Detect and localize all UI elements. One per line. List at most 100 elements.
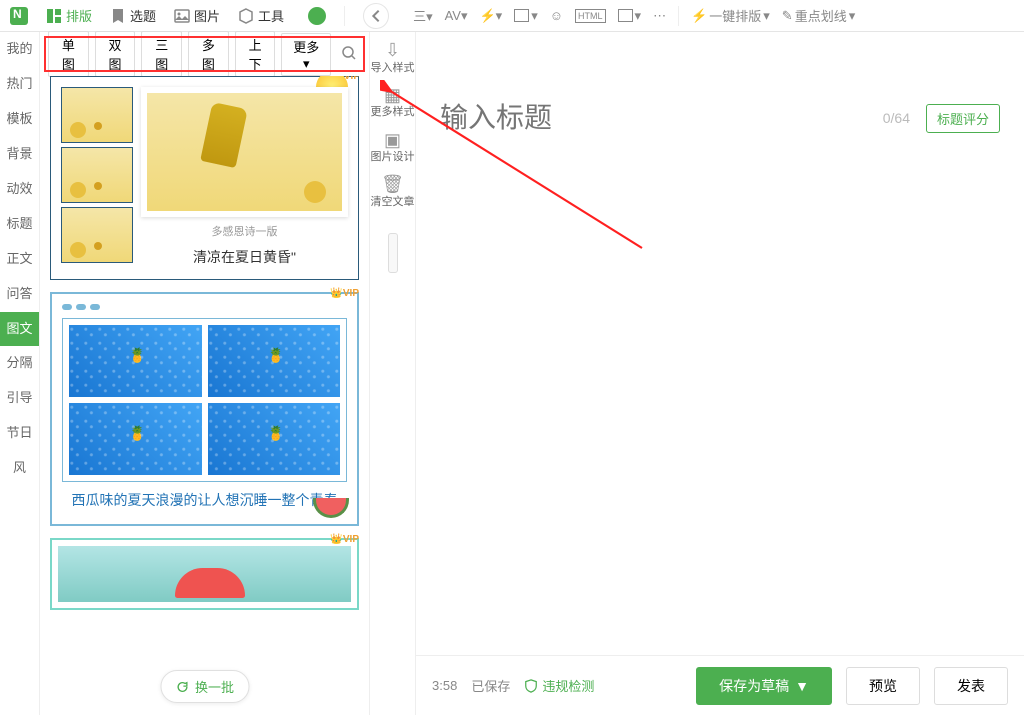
thumb-image — [61, 207, 133, 263]
media-icon[interactable]: ▾ — [618, 8, 642, 24]
title-score-button[interactable]: 标题评分 — [926, 104, 1000, 133]
violation-label: 违规检测 — [542, 676, 594, 695]
nav-topic[interactable]: 选题 — [110, 6, 156, 25]
divider — [344, 6, 345, 26]
dots-decoration — [62, 304, 347, 310]
refresh-icon — [175, 680, 189, 694]
nav-topic-label: 选题 — [130, 6, 156, 25]
refresh-button[interactable]: 换一批 — [160, 670, 249, 703]
search-icon[interactable] — [337, 41, 361, 68]
trash-icon: 🗑 — [371, 174, 415, 196]
sidebar-tab-guide[interactable]: 引导 — [0, 381, 39, 416]
sidebar-tab-body[interactable]: 正文 — [0, 242, 39, 277]
layout-icon — [46, 8, 62, 24]
pool-image: 🍍 — [69, 403, 202, 475]
watermelon-icon — [313, 498, 349, 518]
filter-multi[interactable]: 多图 — [188, 31, 229, 77]
emoji-icon[interactable]: ☺ — [550, 8, 563, 23]
template-panel: 单图 双图 三图 多图 上下 更多 ▾ VIP — [40, 32, 370, 715]
thumb-image — [61, 87, 133, 143]
template-card[interactable]: VIP 多感恩诗一版 清凉在夏日黄昏" — [50, 76, 359, 280]
tool-clear[interactable]: 🗑 清空文章 — [371, 174, 415, 209]
sidebar-tab-imagetext[interactable]: 图文 — [0, 312, 39, 347]
tool-import-style[interactable]: ⇩ 导入样式 — [371, 40, 415, 75]
collapse-left-icon[interactable] — [363, 3, 389, 29]
sidebar-tab-anim[interactable]: 动效 — [0, 172, 39, 207]
tool-image-design[interactable]: ▣ 图片设计 — [371, 130, 415, 165]
beach-image — [58, 546, 351, 602]
pool-image: 🍍 — [69, 325, 202, 397]
cube-icon — [238, 8, 254, 24]
vip-badge: VIP — [330, 288, 359, 299]
editor-area: 0/64 标题评分 3:58 已保存 违规检测 保存为草稿▼ 预览 发表 — [416, 32, 1024, 715]
thumb-image — [61, 147, 133, 203]
top-nav: 排版 选题 图片 工具 三▾ AV▾ ⚡▾ ▾ ☺ HTML ▾ ⋯ ⚡ 一键排… — [0, 0, 1024, 32]
insert-image-icon[interactable]: ▾ — [514, 8, 538, 24]
more-icon[interactable]: ⋯ — [653, 8, 666, 24]
format-icon[interactable]: 三▾ — [413, 6, 433, 25]
nav-tools[interactable]: 工具 — [238, 6, 284, 25]
sidebar-tab-mine[interactable]: 我的 — [0, 32, 39, 67]
title-count: 0/64 — [883, 110, 910, 126]
filter-triple[interactable]: 三图 — [141, 31, 182, 77]
highlight-label: 重点划线 — [795, 6, 847, 25]
violation-check[interactable]: 违规检测 — [524, 676, 594, 695]
sidebar-tab-template[interactable]: 模板 — [0, 102, 39, 137]
sidebar-tab-qa[interactable]: 问答 — [0, 277, 39, 312]
template-caption: 多感恩诗一版 — [141, 217, 348, 241]
filter-bar: 单图 双图 三图 多图 上下 更多 ▾ — [40, 32, 369, 76]
filter-updown[interactable]: 上下 — [235, 31, 276, 77]
collapse-handle[interactable] — [388, 233, 398, 273]
nav-tools-label: 工具 — [258, 6, 284, 25]
tool-label: 更多样式 — [371, 106, 415, 119]
sidebar-tab-style[interactable]: 风 — [0, 451, 39, 486]
sidebar-tab-title[interactable]: 标题 — [0, 207, 39, 242]
html-icon[interactable]: HTML — [575, 9, 606, 23]
title-row: 0/64 标题评分 — [440, 102, 1000, 134]
template-card[interactable]: VIP — [50, 538, 359, 610]
image-icon — [174, 8, 190, 24]
image-icon: ▣ — [371, 130, 415, 152]
publish-button[interactable]: 发表 — [934, 667, 1008, 705]
logo-icon — [10, 7, 28, 25]
template-list[interactable]: VIP 多感恩诗一版 清凉在夏日黄昏" VIP — [40, 76, 369, 715]
nav-image[interactable]: 图片 — [174, 6, 220, 25]
import-icon: ⇩ — [371, 40, 415, 62]
title-input[interactable] — [440, 102, 867, 134]
tool-more-style[interactable]: ▦ 更多样式 — [371, 85, 415, 120]
filter-double[interactable]: 双图 — [95, 31, 136, 77]
filter-more[interactable]: 更多 ▾ — [281, 33, 331, 76]
magic-icon[interactable]: ⚡▾ — [480, 8, 503, 24]
template-caption: 西瓜味的夏天浪漫的让人想沉睡一整个青春 — [62, 482, 347, 514]
nav-image-label: 图片 — [194, 6, 220, 25]
caret-down-icon: ▼ — [795, 678, 809, 694]
watermelon-icon — [175, 568, 245, 598]
bookmark-icon — [110, 8, 126, 24]
save-draft-button[interactable]: 保存为草稿 ▼ — [696, 667, 832, 705]
refresh-label: 换一批 — [195, 677, 234, 696]
save-draft-label: 保存为草稿 — [719, 676, 789, 696]
editor-toolbar: 三▾ AV▾ ⚡▾ ▾ ☺ HTML ▾ ⋯ ⚡ 一键排版▾ ✎ 重点划线▾ — [413, 6, 855, 26]
tool-label: 导入样式 — [371, 62, 415, 75]
sidebar-tab-bg[interactable]: 背景 — [0, 137, 39, 172]
status-dot[interactable] — [308, 7, 326, 25]
preview-button[interactable]: 预览 — [846, 667, 920, 705]
sidebar-tab-divider[interactable]: 分隔 — [0, 346, 39, 381]
tool-label: 清空文章 — [371, 196, 415, 209]
shield-icon — [524, 679, 538, 693]
spacing-icon[interactable]: AV▾ — [445, 8, 468, 24]
save-time: 3:58 — [432, 678, 457, 693]
template-caption: 清凉在夏日黄昏" — [141, 241, 348, 269]
tool-column: ⇩ 导入样式 ▦ 更多样式 ▣ 图片设计 🗑 清空文章 — [370, 32, 416, 715]
editor-footer: 3:58 已保存 违规检测 保存为草稿▼ 预览 发表 — [416, 655, 1024, 715]
highlight-tool[interactable]: ✎ 重点划线▾ — [782, 6, 855, 25]
auto-layout-label: 一键排版 — [709, 6, 761, 25]
filter-single[interactable]: 单图 — [48, 31, 89, 77]
sidebar-tab-hot[interactable]: 热门 — [0, 67, 39, 102]
template-card[interactable]: VIP 🍍 🍍 🍍 🍍 西瓜味的夏天浪漫的让人想沉睡一整个青春 — [50, 292, 359, 526]
sidebar-tab-festival[interactable]: 节日 — [0, 416, 39, 451]
grid-icon: ▦ — [371, 85, 415, 107]
auto-layout[interactable]: ⚡ 一键排版▾ — [691, 6, 770, 25]
nav-layout-label: 排版 — [66, 6, 92, 25]
nav-layout[interactable]: 排版 — [46, 6, 92, 25]
